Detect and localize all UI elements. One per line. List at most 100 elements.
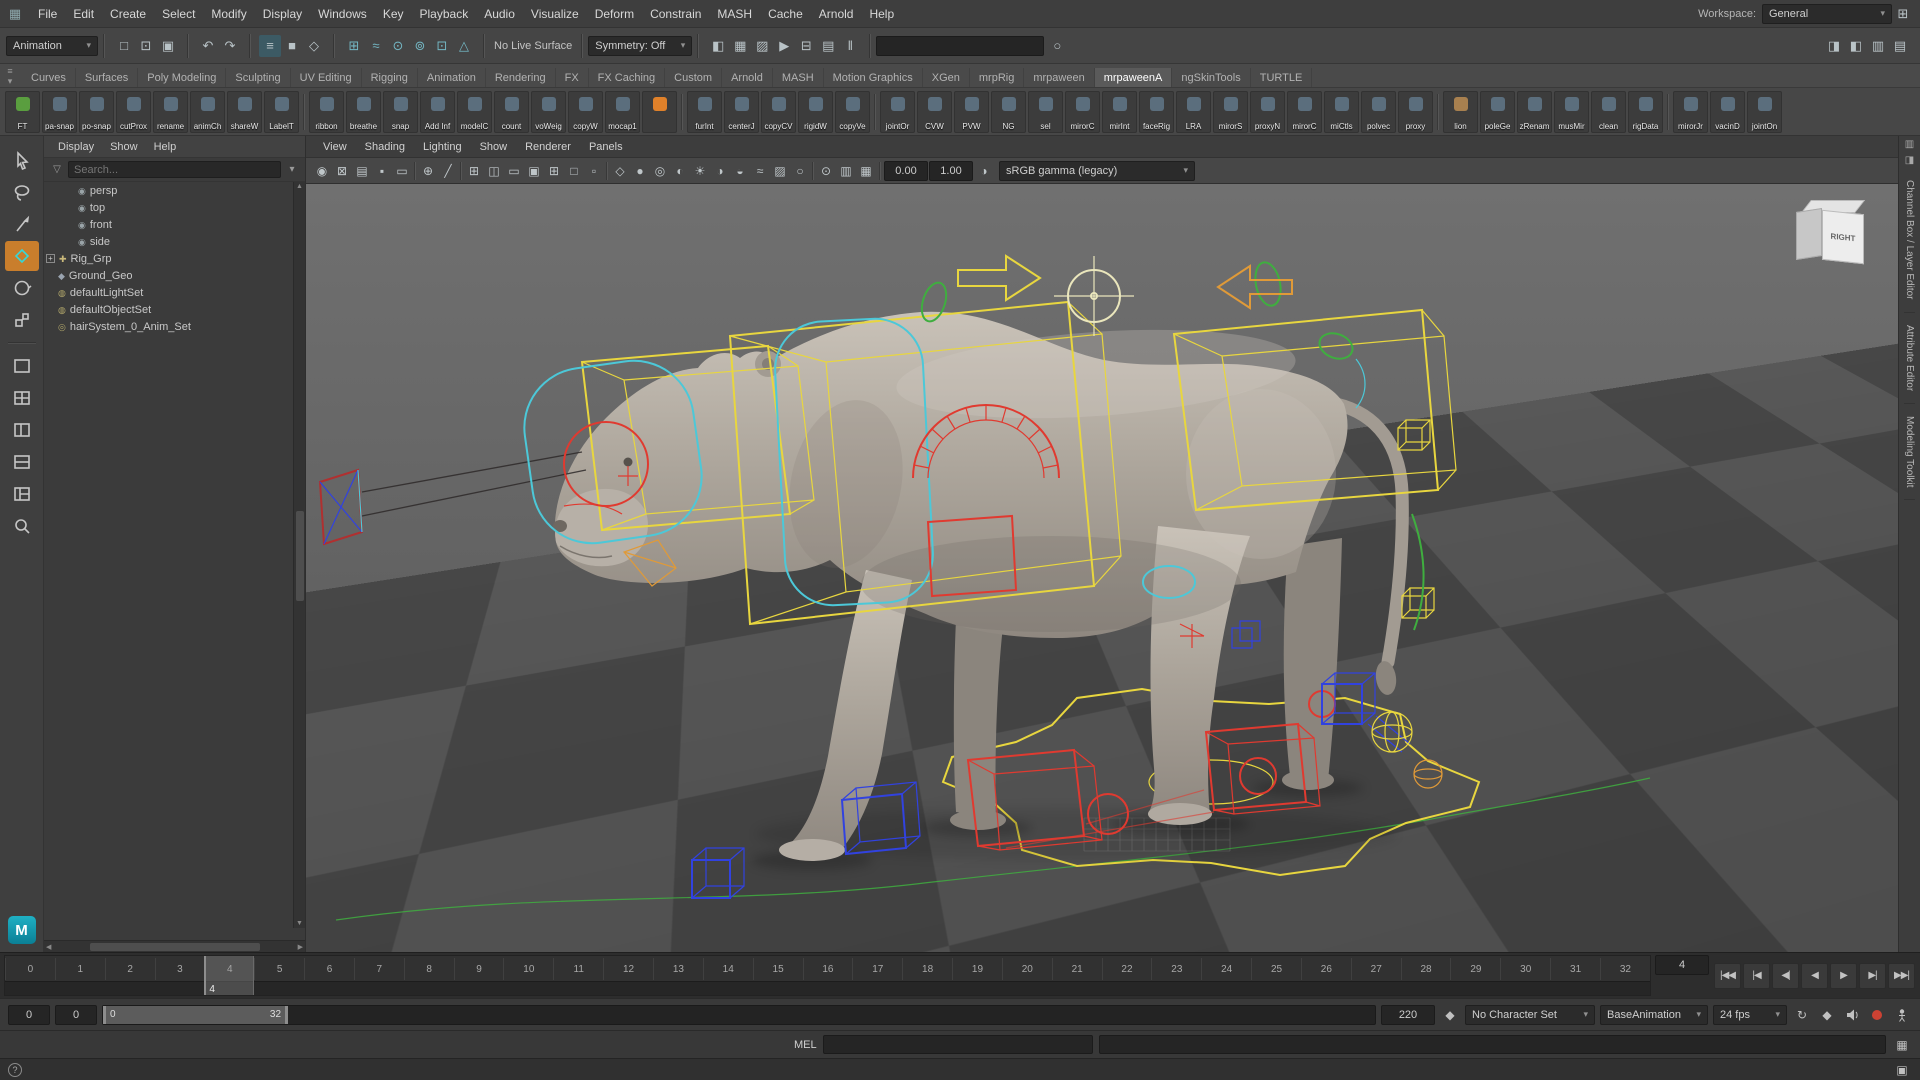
scrollbar-thumb[interactable] [90, 943, 260, 951]
sidebar-tab[interactable]: Modeling Toolkit [1904, 404, 1915, 501]
redo-icon[interactable]: ↷ [219, 35, 241, 57]
frame-tick[interactable]: 29 [1450, 958, 1500, 980]
shelf-button[interactable]: copyW [568, 91, 603, 133]
shelf-button[interactable]: poleGe [1480, 91, 1515, 133]
anim-layer-dropdown[interactable]: BaseAnimation [1600, 1005, 1708, 1025]
shelf-button[interactable]: ribbon [309, 91, 344, 133]
outliner-row[interactable]: + Ground_Geo [44, 267, 305, 284]
select-by-object-icon[interactable]: ■ [281, 35, 303, 57]
playback-start-field[interactable] [55, 1005, 97, 1025]
loop-icon[interactable]: ↻ [1792, 1005, 1812, 1025]
eye-target-control[interactable] [320, 452, 586, 544]
outliner-vertical-scrollbar[interactable]: ▲ ▼ [293, 182, 305, 928]
auto-key-icon[interactable]: ◆ [1817, 1005, 1837, 1025]
scroll-up-icon[interactable]: ▲ [296, 183, 303, 190]
ambient-occlusion-icon[interactable]: ◒ [730, 161, 750, 181]
shelf-tab-list-icon[interactable]: ▾ [2, 76, 18, 87]
render-current-frame-icon[interactable]: ▦ [729, 35, 751, 57]
frame-tick[interactable]: 11 [553, 958, 603, 980]
render-sequence-icon[interactable]: ▶ [773, 35, 795, 57]
frame-tick[interactable]: 10 [503, 958, 553, 980]
shelf-tab[interactable]: UV Editing [291, 68, 362, 87]
menu-item[interactable]: Playback [412, 3, 477, 25]
layout-four-pane[interactable] [5, 383, 39, 413]
hip-cyan-arc[interactable] [1356, 359, 1365, 408]
menu-item[interactable]: Visualize [523, 3, 587, 25]
shelf-button[interactable]: zRenam [1517, 91, 1552, 133]
motion-blur-icon[interactable]: ≈ [750, 161, 770, 181]
view-cube-right-face[interactable]: RIGHT [1822, 210, 1864, 264]
shelf-tab[interactable]: ngSkinTools [1172, 68, 1250, 87]
shelf-button[interactable]: rigidW [798, 91, 833, 133]
shelf-button[interactable]: mirInt [1102, 91, 1137, 133]
show-attribute-editor-icon[interactable]: ◨ [1823, 35, 1845, 57]
field-chart-icon[interactable]: ⊞ [544, 161, 564, 181]
outliner-filter-icon[interactable]: ▽ [50, 159, 64, 181]
shelf-tab[interactable]: XGen [923, 68, 970, 87]
outliner-row[interactable]: + persp [44, 182, 305, 199]
shelf-button[interactable]: snap [383, 91, 418, 133]
select-camera-icon[interactable]: ◉ [312, 161, 332, 181]
go-to-start-icon[interactable]: |◀◀ [1714, 963, 1741, 989]
shelf-button[interactable]: rigData [1628, 91, 1663, 133]
frame-tick[interactable]: 20 [1002, 958, 1052, 980]
shelf-button[interactable]: faceRig [1139, 91, 1174, 133]
frame-tick[interactable]: 14 [703, 958, 753, 980]
menu-item[interactable]: Key [375, 3, 412, 25]
shelf-tab[interactable]: Custom [665, 68, 722, 87]
menu-item[interactable]: Cache [760, 3, 811, 25]
frame-tick[interactable]: 7 [354, 958, 404, 980]
shelf-button[interactable]: PVW [954, 91, 989, 133]
image-plane-icon[interactable]: ▭ [392, 161, 412, 181]
viewport-menu-item[interactable]: Shading [356, 139, 414, 155]
outliner-search-input[interactable] [68, 161, 281, 178]
open-render-view-icon[interactable]: ◧ [707, 35, 729, 57]
menu-item[interactable]: Modify [203, 3, 254, 25]
outliner-menu-item[interactable]: Help [146, 139, 185, 155]
frame-tick[interactable]: 18 [902, 958, 952, 980]
layout-two-pane-side[interactable] [5, 415, 39, 445]
layout-outliner-persp[interactable] [5, 479, 39, 509]
scale-tool[interactable] [5, 305, 39, 335]
scrollbar-thumb[interactable] [296, 511, 304, 601]
shelf-button[interactable]: modelC [457, 91, 492, 133]
outliner-horizontal-scrollbar[interactable]: ◀ ▶ [44, 940, 305, 952]
live-surface-button[interactable]: No Live Surface [490, 40, 576, 52]
gamma-field[interactable] [929, 161, 973, 181]
animation-start-field[interactable] [8, 1005, 50, 1025]
anim-prefs-button[interactable] [1892, 1005, 1912, 1025]
shelf-button[interactable]: rename [153, 91, 188, 133]
anti-aliasing-icon[interactable]: ▨ [770, 161, 790, 181]
film-gate-icon[interactable]: ◫ [484, 161, 504, 181]
direction-arrows[interactable] [958, 256, 1292, 308]
select-by-hierarchy-icon[interactable]: ≡ [259, 35, 281, 57]
shelf-button[interactable]: musMir [1554, 91, 1589, 133]
menu-item[interactable]: Constrain [642, 3, 709, 25]
quick-search-input[interactable] [876, 36, 1044, 56]
viewport-menu-item[interactable]: View [314, 139, 356, 155]
shelf-tab[interactable]: Rendering [486, 68, 556, 87]
shelf-button[interactable]: proxyN [1250, 91, 1285, 133]
shelf-tab[interactable]: MASH [773, 68, 824, 87]
outliner-row[interactable]: + hairSystem_0_Anim_Set [44, 318, 305, 335]
step-back-frame-icon[interactable]: |◀ [1743, 963, 1770, 989]
outliner-row[interactable]: + side [44, 233, 305, 250]
shelf-button[interactable]: clean [1591, 91, 1626, 133]
snap-to-projected-center-icon[interactable]: ⊚ [409, 35, 431, 57]
shelf-tab[interactable]: Sculpting [226, 68, 290, 87]
outliner-menu-item[interactable]: Display [50, 139, 102, 155]
frame-tick[interactable]: 30 [1500, 958, 1550, 980]
shelf-button[interactable]: Add Inf [420, 91, 455, 133]
shelf-button[interactable]: proxy [1398, 91, 1433, 133]
command-language-toggle[interactable]: MEL [794, 1039, 817, 1051]
shelf-tab[interactable]: Rigging [362, 68, 418, 87]
frame-tick[interactable]: 17 [852, 958, 902, 980]
menu-item[interactable]: Windows [310, 3, 375, 25]
fps-dropdown[interactable]: 24 fps [1713, 1005, 1787, 1025]
command-result[interactable] [1099, 1035, 1886, 1054]
layout-two-pane-stacked[interactable] [5, 447, 39, 477]
show-channel-box-icon[interactable]: ▥ [1867, 35, 1889, 57]
shadows-icon[interactable]: ◑ [710, 161, 730, 181]
new-scene-icon[interactable]: □ [113, 35, 135, 57]
save-scene-icon[interactable]: ▣ [157, 35, 179, 57]
